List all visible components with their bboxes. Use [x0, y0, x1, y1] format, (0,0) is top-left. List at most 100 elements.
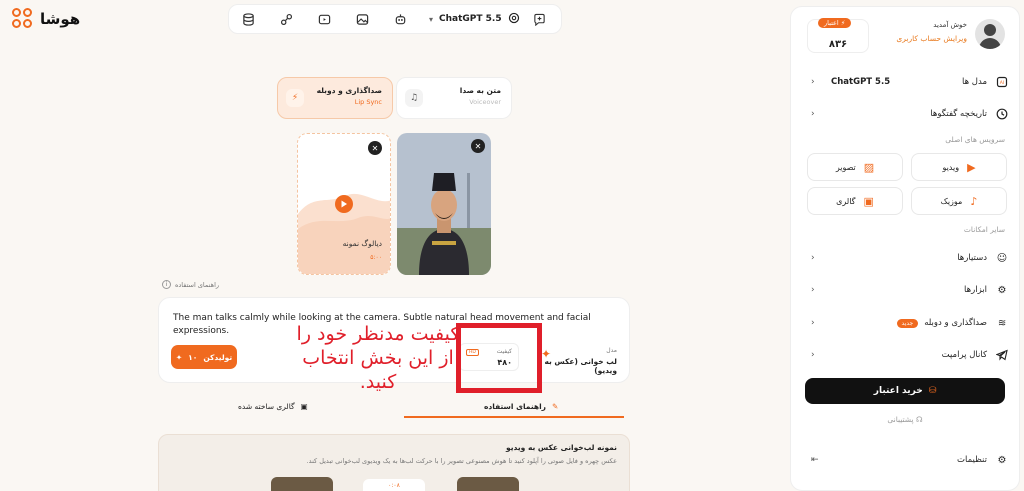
model-selector-label: ChatGPT 5.5 — [439, 14, 502, 24]
sidebar-item-label: صداگذاری و دوبله — [924, 318, 987, 328]
generate-label: تولیدکن — [203, 352, 233, 362]
collapse-sidebar-icon[interactable]: ⇤ — [811, 455, 819, 465]
chevron-down-icon: ▾ — [429, 14, 434, 24]
gallery-icon: ▣ — [863, 194, 874, 208]
credit-value: ۸۳۶ — [828, 39, 848, 50]
profile-section: خوش آمدید ویرایش حساب کاربری ⚡ اعتبار ۸۳… — [801, 15, 1009, 55]
database-icon[interactable] — [236, 7, 260, 31]
tab-guide-label: راهنمای استفاده — [484, 401, 546, 411]
logo-text: هوشا — [40, 10, 81, 28]
coins-icon: ⛁ — [928, 386, 937, 396]
logo-icon — [12, 8, 34, 30]
sidebar-item-history[interactable]: تاریخچه گفتگوها ‹ — [801, 103, 1009, 125]
chevron-left-icon: ‹ — [811, 350, 815, 360]
gallery-icon: ▣ — [300, 401, 308, 411]
tab-gallery[interactable]: ▣ گالری ساخته شده — [238, 394, 308, 418]
robot-icon[interactable] — [388, 7, 412, 31]
chat-plus-icon[interactable] — [527, 7, 551, 31]
sample-label: دیالوگ نمونه — [342, 239, 382, 248]
headset-icon: ☊ — [915, 415, 923, 424]
sidebar-item-settings[interactable]: ⚙ تنظیمات ⇤ — [801, 449, 1009, 471]
logo[interactable]: هوشا — [12, 8, 80, 30]
annotation-highlight-box — [456, 323, 542, 393]
service-music-button[interactable]: ♪ موزیک — [911, 187, 1007, 215]
content-tabs: ▣ گالری ساخته شده ✎ راهنمای استفاده — [158, 394, 630, 420]
example-title: نمونه لب‌خوانی عکس به ویدیو — [506, 443, 617, 452]
example-subtitle: عکس چهره و فایل صوتی را آپلود کنید تا هو… — [306, 457, 617, 465]
example-audio-duration: ۰:۰۸ — [388, 482, 400, 489]
play-icon[interactable] — [335, 195, 353, 213]
image-icon[interactable] — [350, 7, 374, 31]
service-image-button[interactable]: ▨ تصویر — [807, 153, 903, 181]
service-video-button[interactable]: ▶ ویدیو — [911, 153, 1007, 181]
tab-gallery-label: گالری ساخته شده — [238, 401, 295, 411]
support-label: پشتیبانی — [887, 415, 914, 424]
new-badge: جدید — [896, 318, 919, 328]
active-tab-indicator — [404, 416, 624, 418]
image-icon: ▨ — [863, 160, 875, 174]
waveform-icon: ≋ — [997, 317, 1007, 329]
tools-icon[interactable] — [274, 7, 298, 31]
close-icon[interactable]: ✕ — [368, 141, 382, 155]
sidebar-item-label: کانال پرامپت — [941, 350, 987, 360]
sidebar-item-prompt-channel[interactable]: کانال پرامپت ‹ — [801, 344, 1009, 366]
sidebar-models-value: ChatGPT 5.5 — [831, 77, 891, 87]
sidebar-item-label: مدل ها — [962, 77, 987, 87]
other-features-heading: سایر امکانات — [963, 225, 1005, 234]
top-toolbar: ▾ ChatGPT 5.5 — [228, 4, 562, 34]
example-video-thumb[interactable] — [457, 477, 519, 491]
sparkle-icon: ✦ — [175, 352, 183, 362]
ai-chip-icon: AI — [995, 75, 1009, 89]
svg-text:AI: AI — [1000, 80, 1004, 86]
model-dropdown[interactable]: مدل لب خوانی (عکس به ویدیو) ✦ — [533, 343, 623, 375]
sidebar-item-label: تنظیمات — [957, 455, 987, 465]
close-icon[interactable]: ✕ — [471, 139, 485, 153]
pen-icon: ✎ — [551, 401, 559, 411]
video-icon[interactable] — [312, 7, 336, 31]
support-link[interactable]: ☊ پشتیبانی — [805, 415, 1005, 424]
mode-card-lipsync[interactable]: صداگذاری و دوبله Lip Sync ⚡ — [277, 77, 393, 119]
service-image-label: تصویر — [835, 162, 856, 172]
video-icon: ▶ — [967, 160, 976, 174]
model-selector[interactable]: ▾ ChatGPT 5.5 — [429, 12, 520, 27]
service-video-label: ویدیو — [942, 162, 960, 172]
info-icon: i — [162, 280, 171, 289]
credit-box[interactable]: ⚡ اعتبار ۸۳۶ — [807, 18, 869, 53]
annotation-text: کیفیت مدنظر خود را از این بخش انتخاب کنی… — [296, 323, 460, 393]
sample-duration: ۵:۰۰ — [370, 254, 382, 261]
voice-icon: ♫ — [405, 89, 423, 107]
generate-button[interactable]: تولیدکن ۱۰ ✦ — [171, 345, 237, 369]
service-gallery-button[interactable]: ▣ گالری — [807, 187, 903, 215]
service-music-label: موزیک — [940, 196, 963, 206]
service-gallery-label: گالری — [836, 196, 856, 206]
telegram-icon — [995, 348, 1009, 362]
avatar[interactable] — [975, 19, 1005, 49]
example-audio[interactable]: ۰:۰۸ — [363, 479, 425, 491]
credit-badge: ⚡ اعتبار — [818, 18, 852, 28]
greeting: خوش آمدید — [933, 21, 967, 29]
portrait-photo[interactable]: ✕ — [397, 133, 491, 275]
usage-guide-link[interactable]: i راهنمای استفاده — [162, 280, 219, 289]
generate-cost: ۱۰ — [188, 352, 198, 362]
sidebar-item-assistants[interactable]: ☺ دستیارها ‹ — [801, 247, 1009, 269]
star-icon: ✦ — [541, 347, 552, 361]
robot-icon: ☺ — [996, 252, 1008, 264]
chevron-left-icon: ‹ — [811, 318, 815, 328]
tab-guide[interactable]: ✎ راهنمای استفاده — [484, 394, 558, 418]
sidebar-item-label: تاریخچه گفتگوها — [930, 109, 987, 119]
gear-icon: ⚙ — [997, 454, 1007, 466]
lipsync-icon: ⚡ — [286, 89, 304, 107]
example-result-thumb[interactable] — [271, 477, 333, 491]
sidebar-item-dubbing[interactable]: ≋ صداگذاری و دوبله جدید ‹ — [801, 312, 1009, 334]
music-icon: ♪ — [970, 194, 978, 208]
buy-credit-button[interactable]: ⛁ خرید اعتبار — [805, 378, 1005, 404]
audio-sample-card[interactable]: دیالوگ نمونه ۵:۰۰ ✕ — [297, 133, 391, 275]
sidebar-item-tools[interactable]: ⚙ ابزارها ‹ — [801, 279, 1009, 301]
sidebar-item-models[interactable]: AI مدل ها ChatGPT 5.5 ‹ — [801, 71, 1009, 93]
main-services-heading: سرویس های اصلی — [945, 135, 1005, 144]
example-card: نمونه لب‌خوانی عکس به ویدیو عکس چهره و ف… — [158, 434, 630, 491]
chevron-left-icon: ‹ — [811, 109, 815, 119]
edit-account-link[interactable]: ویرایش حساب کاربری — [896, 34, 967, 43]
buy-credit-label: خرید اعتبار — [873, 386, 923, 396]
mode-card-tts[interactable]: متن به صدا Voiceover ♫ — [396, 77, 512, 119]
